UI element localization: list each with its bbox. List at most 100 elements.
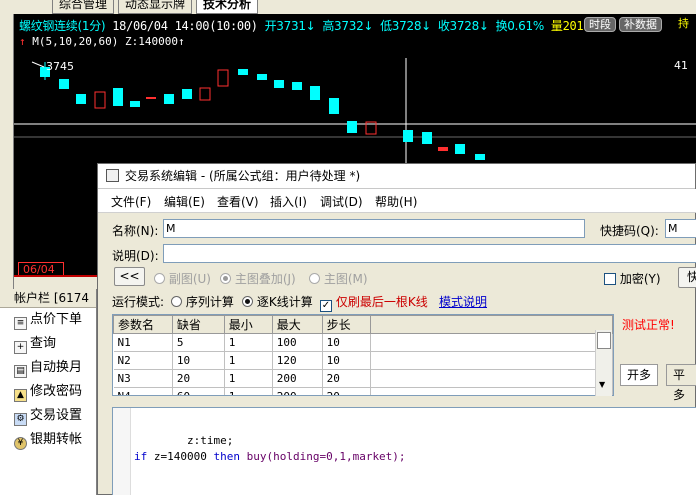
test-status: 测试正常! [622,318,675,332]
column-header: 缺省 [171,315,225,334]
account-item-change-password[interactable]: ▲ 修改密码 [0,380,96,404]
candle [146,97,156,99]
ma-params: M(5,10,20,60) [32,35,119,48]
encrypt-checkbox[interactable]: 加密(Y) [604,270,661,287]
tab-open-long[interactable]: 开多 [620,364,659,386]
table-cell[interactable]: 60 [172,387,225,395]
menu-view[interactable]: 查看(V) [217,193,259,210]
table-cell[interactable]: N1 [113,333,173,352]
candle [257,74,267,80]
table-row[interactable]: N3 20 1 200 20 [113,369,613,388]
code-condition: z=140000 [153,450,207,463]
table-cell[interactable]: 20 [322,387,371,395]
transfer-icon: ¥ [14,437,27,450]
account-item-trade-settings[interactable]: ⚙ 交易设置 [0,404,96,428]
scroll-down-arrow-icon[interactable]: ▼ [599,380,605,389]
code-keyword-if: if [134,450,148,463]
menu-help[interactable]: 帮助(H) [375,193,417,210]
up-arrow-icon: ↑ [19,35,26,48]
mode-help-link[interactable]: 模式说明 [439,293,487,310]
trading-system-editor-dialog[interactable]: 交易系统编辑 - (所属公式组：用户待处理 *) 文件(F) 编辑(E) 查看(… [97,163,696,495]
radio-main-overlay[interactable]: 主图叠加(J) [220,270,296,287]
dialog-title-bar[interactable]: 交易系统编辑 - (所属公式组：用户待处理 *) [98,164,695,189]
high-price-mark: 3745 [46,60,74,73]
calendar-icon: ▤ [14,365,27,378]
account-item-order[interactable]: ≡ 点价下单 [0,308,96,332]
table-cell[interactable]: 20 [172,369,225,388]
table-cell[interactable]: 1 [224,333,273,352]
column-header: 步长 [321,315,371,334]
table-cell[interactable]: 10 [322,351,371,370]
tab-comprehensive-management[interactable]: 综合管理 [52,0,115,14]
radio-icon [220,273,231,284]
table-row[interactable]: N4 60 1 200 20 [113,387,613,395]
candle [347,121,357,133]
parameter-table-scrollbar[interactable]: ▼ [595,330,612,396]
radio-main-chart[interactable]: 主图(M) [309,270,368,287]
table-row[interactable]: N2 10 1 120 10 [113,351,613,370]
chart-info-bar: 螺纹钢连续(1分) 18/06/04 14:00(10:00) 开3731↓ 高… [19,17,584,35]
menu-file[interactable]: 文件(F) [111,193,151,210]
down-arrow-icon: ↓ [421,19,431,33]
table-cell[interactable]: 200 [272,387,323,395]
menu-edit[interactable]: 编辑(E) [164,193,205,210]
table-cell[interactable]: 1 [224,387,273,395]
code-line-2: if z=140000 then buy(holding=0,1,market)… [134,450,406,463]
table-cell[interactable]: 5 [172,333,225,352]
code-keyword-then: then [213,450,240,463]
period-button[interactable]: 时段 [584,17,616,32]
radio-sub-chart[interactable]: 副图(U) [154,270,211,287]
account-item-label: 修改密码 [30,384,83,399]
radio-icon [171,296,182,307]
only-last-bar-checkbox[interactable]: ✓ 仅刷最后一根K线 [320,293,428,312]
table-cell[interactable]: 1 [224,351,273,370]
candle [422,132,432,144]
shortcut-input[interactable]: M [665,219,696,238]
account-item-label: 交易设置 [30,408,83,423]
table-cell[interactable]: N3 [113,369,173,388]
table-cell[interactable]: 10 [322,333,371,352]
candle [113,88,123,106]
collapse-button[interactable]: << [114,267,145,286]
turnover-label: 换0.61% [495,19,545,33]
account-item-auto-rollover[interactable]: ▤ 自动换月 [0,356,96,380]
supplement-data-button[interactable]: 补数据 [619,17,662,32]
candle [329,98,339,114]
menu-insert[interactable]: 插入(I) [270,193,307,210]
description-input[interactable] [163,244,696,263]
menu-bar: 文件(F) 编辑(E) 查看(V) 插入(I) 调试(D) 帮助(H) [98,189,696,213]
tab-technical-analysis[interactable]: 技术分析 [196,0,259,14]
description-label: 说明(D): [112,249,159,263]
table-row[interactable]: N1 5 1 100 10 [113,333,613,352]
table-cell[interactable]: N4 [113,387,173,395]
code-buy-call: buy(holding=0,1,market); [246,450,406,463]
radio-sequence-calc[interactable]: 序列计算 [171,293,234,310]
table-cell[interactable]: 100 [272,333,323,352]
lock-icon: ▲ [14,389,27,402]
order-icon: ≡ [14,317,27,330]
candle [475,154,485,160]
table-cell[interactable]: 1 [224,369,273,388]
table-cell[interactable]: N2 [113,351,173,370]
left-edge-strip [0,14,14,289]
table-cell[interactable]: 10 [172,351,225,370]
tab-close-long[interactable]: 平多 [666,364,696,402]
tab-dynamic-board[interactable]: 动态显示牌 [118,0,193,14]
account-header[interactable]: 帐户栏 [6174 [0,289,96,308]
scrollbar-thumb[interactable] [597,332,611,349]
table-cell[interactable]: 120 [272,351,323,370]
account-item-label: 银期转帐 [30,432,83,447]
radio-tick-calc[interactable]: 逐K线计算 [242,293,313,310]
down-arrow-icon: ↓ [305,19,316,33]
down-arrow-icon: ↓ [363,19,374,33]
run-mode-label: 运行模式: [112,295,165,309]
code-editor[interactable]: z:time; if z=140000 then buy(holding=0,1… [112,407,696,495]
name-input[interactable]: M [163,219,585,238]
table-cell[interactable]: 20 [322,369,371,388]
table-cell[interactable]: 200 [272,369,323,388]
account-item-query[interactable]: + 查询 [0,332,96,356]
menu-debug[interactable]: 调试(D) [320,193,363,210]
symbol-label: 螺纹钢连续(1分) [19,19,106,33]
account-item-bank-transfer[interactable]: ¥ 银期转帐 [0,428,96,452]
shortcut-action-button[interactable]: 快 [678,267,696,288]
